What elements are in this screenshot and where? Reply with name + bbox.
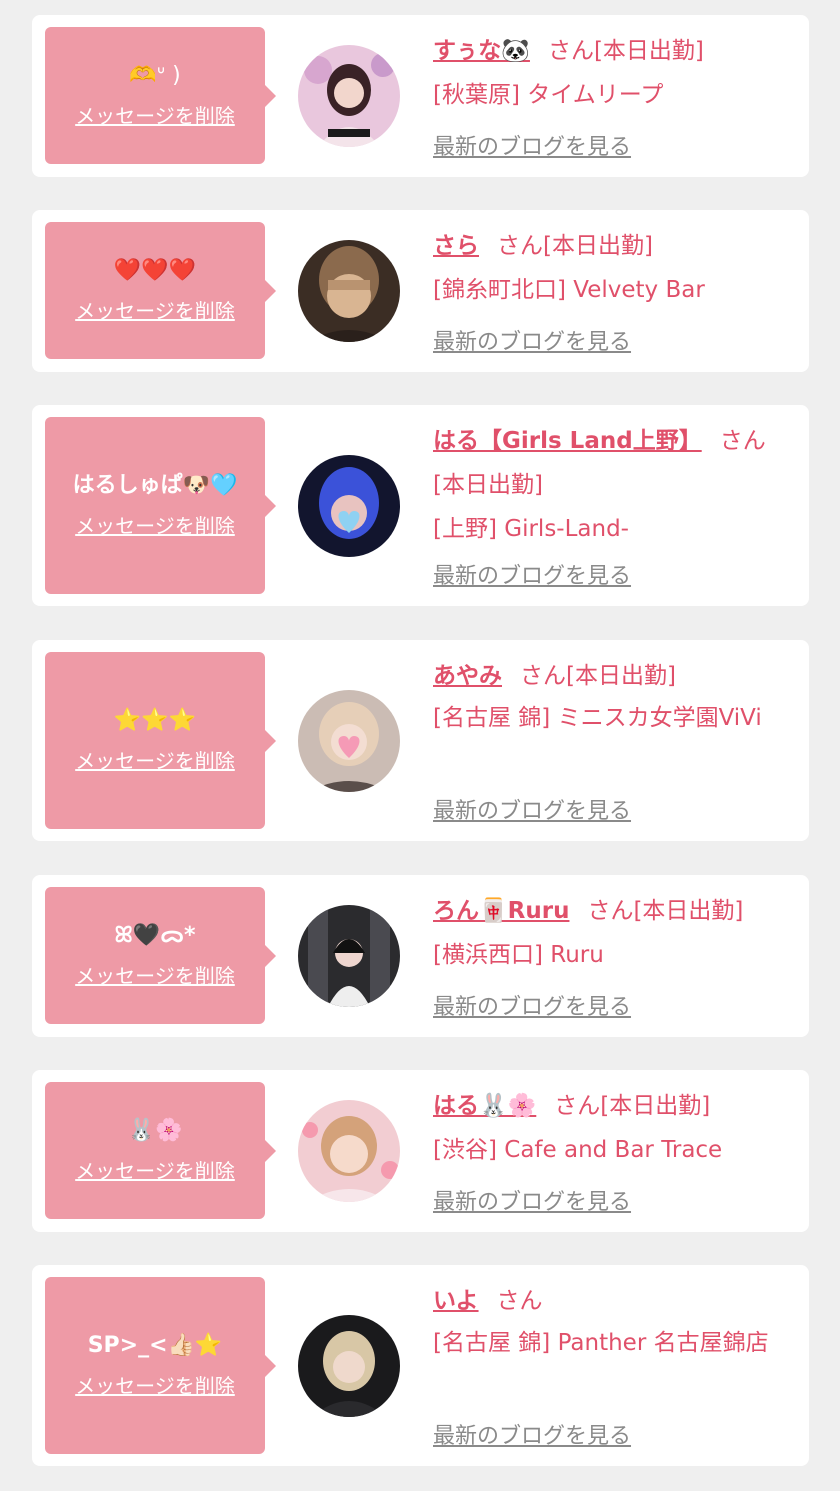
info: あやみ さん[本日出勤] [名古屋 錦] ミニスカ女学園ViVi bbox=[433, 654, 795, 738]
name-link[interactable]: はる【Girls Land上野】 bbox=[433, 428, 702, 454]
shop-text: [名古屋 錦] ミニスカ女学園ViVi bbox=[433, 705, 762, 731]
message-bubble: ⭐️⭐️⭐️ メッセージを削除 bbox=[45, 652, 276, 829]
message-bubble: 🫶ᐡ ) メッセージを削除 bbox=[45, 27, 276, 164]
info: いよ さん [名古屋 錦] Panther 名古屋錦店 bbox=[433, 1279, 795, 1363]
message-card: 🫶ᐡ ) メッセージを削除 すぅな🐼 さん[本日出勤] [秋葉原] タイムリープ … bbox=[32, 15, 809, 177]
avatar[interactable] bbox=[298, 240, 400, 342]
delete-message-button[interactable]: メッセージを削除 bbox=[75, 510, 235, 539]
info: ろん🀄Ruru さん[本日出勤] [横浜西口] Ruru bbox=[433, 889, 795, 977]
name-link[interactable]: はる🐰🌸 bbox=[433, 1093, 536, 1119]
status-text: さん bbox=[719, 428, 766, 454]
shop-text: [上野] Girls-Land- bbox=[433, 516, 629, 542]
latest-blog-link[interactable]: 最新のブログを見る bbox=[433, 1184, 631, 1216]
shop-text: [名古屋 錦] Panther 名古屋錦店 bbox=[433, 1330, 769, 1356]
avatar[interactable] bbox=[298, 455, 400, 557]
message-text: ❤️❤️❤️ bbox=[113, 258, 197, 283]
message-text: SP>_<👍🏻⭐️ bbox=[87, 1333, 223, 1358]
name-link[interactable]: すぅな🐼 bbox=[433, 38, 530, 64]
status-text: さん[本日出勤] bbox=[554, 1093, 711, 1119]
message-text: ⭐️⭐️⭐️ bbox=[113, 708, 197, 733]
message-text: 🐰🌸 bbox=[127, 1118, 183, 1143]
avatar[interactable] bbox=[298, 1100, 400, 1202]
message-bubble: SP>_<👍🏻⭐️ メッセージを削除 bbox=[45, 1277, 276, 1454]
status-text: さん[本日出勤] bbox=[547, 38, 704, 64]
message-text: 🫶ᐡ ) bbox=[129, 63, 181, 88]
avatar[interactable] bbox=[298, 45, 400, 147]
delete-message-button[interactable]: メッセージを削除 bbox=[75, 960, 235, 989]
message-text: ꕤ🖤ᯅ* bbox=[114, 923, 196, 948]
name-link[interactable]: ろん🀄Ruru bbox=[433, 898, 569, 924]
name-link[interactable]: さら bbox=[433, 233, 479, 259]
delete-message-button[interactable]: メッセージを削除 bbox=[75, 745, 235, 774]
info: さら さん[本日出勤] [錦糸町北口] Velvety Bar bbox=[433, 224, 795, 312]
latest-blog-link[interactable]: 最新のブログを見る bbox=[433, 989, 631, 1021]
status-text: さん[本日出勤] bbox=[520, 663, 676, 689]
latest-blog-link[interactable]: 最新のブログを見る bbox=[433, 324, 631, 356]
shop-text: [横浜西口] Ruru bbox=[433, 942, 604, 968]
delete-message-button[interactable]: メッセージを削除 bbox=[75, 1155, 235, 1184]
status-text: さん[本日出勤] bbox=[497, 233, 653, 259]
status-text: さん[本日出勤] bbox=[587, 898, 744, 924]
message-card: SP>_<👍🏻⭐️ メッセージを削除 いよ さん [名古屋 錦] Panther … bbox=[32, 1265, 809, 1466]
status-text-line2: [本日出勤] bbox=[433, 472, 543, 498]
latest-blog-link[interactable]: 最新のブログを見る bbox=[433, 129, 631, 161]
info: すぅな🐼 さん[本日出勤] [秋葉原] タイムリープ bbox=[433, 29, 795, 117]
message-bubble: ❤️❤️❤️ メッセージを削除 bbox=[45, 222, 276, 359]
avatar[interactable] bbox=[298, 690, 400, 792]
info: はる【Girls Land上野】 さん [本日出勤] [上野] Girls-Lan… bbox=[433, 419, 795, 551]
latest-blog-link[interactable]: 最新のブログを見る bbox=[433, 793, 631, 825]
name-link[interactable]: あやみ bbox=[433, 663, 502, 689]
name-link[interactable]: いよ bbox=[433, 1288, 479, 1314]
message-text: はるしゅぱ🐶🩵 bbox=[72, 473, 238, 498]
message-bubble: 🐰🌸 メッセージを削除 bbox=[45, 1082, 276, 1219]
avatar[interactable] bbox=[298, 1315, 400, 1417]
latest-blog-link[interactable]: 最新のブログを見る bbox=[433, 1418, 631, 1450]
status-text: さん bbox=[496, 1288, 543, 1314]
message-card: 🐰🌸 メッセージを削除 はる🐰🌸 さん[本日出勤] [渋谷] Cafe and B… bbox=[32, 1070, 809, 1232]
message-card: ꕤ🖤ᯅ* メッセージを削除 ろん🀄Ruru さん[本日出勤] [横浜西口] Rur… bbox=[32, 875, 809, 1037]
shop-text: [錦糸町北口] Velvety Bar bbox=[433, 277, 705, 303]
avatar[interactable] bbox=[298, 905, 400, 1007]
shop-text: [秋葉原] タイムリープ bbox=[433, 82, 664, 108]
message-bubble: はるしゅぱ🐶🩵 メッセージを削除 bbox=[45, 417, 276, 594]
message-bubble: ꕤ🖤ᯅ* メッセージを削除 bbox=[45, 887, 276, 1024]
message-card: ❤️❤️❤️ メッセージを削除 さら さん[本日出勤] [錦糸町北口] Velve… bbox=[32, 210, 809, 372]
info: はる🐰🌸 さん[本日出勤] [渋谷] Cafe and Bar Trace bbox=[433, 1084, 795, 1172]
message-card: ⭐️⭐️⭐️ メッセージを削除 あやみ さん[本日出勤] [名古屋 錦] ミニスカ… bbox=[32, 640, 809, 841]
delete-message-button[interactable]: メッセージを削除 bbox=[75, 100, 235, 129]
latest-blog-link[interactable]: 最新のブログを見る bbox=[433, 558, 631, 590]
message-list: 🫶ᐡ ) メッセージを削除 すぅな🐼 さん[本日出勤] [秋葉原] タイムリープ … bbox=[0, 0, 840, 1491]
shop-text: [渋谷] Cafe and Bar Trace bbox=[433, 1137, 723, 1163]
delete-message-button[interactable]: メッセージを削除 bbox=[75, 1370, 235, 1399]
delete-message-button[interactable]: メッセージを削除 bbox=[75, 295, 235, 324]
message-card: はるしゅぱ🐶🩵 メッセージを削除 はる【Girls Land上野】 さん [本日出… bbox=[32, 405, 809, 606]
